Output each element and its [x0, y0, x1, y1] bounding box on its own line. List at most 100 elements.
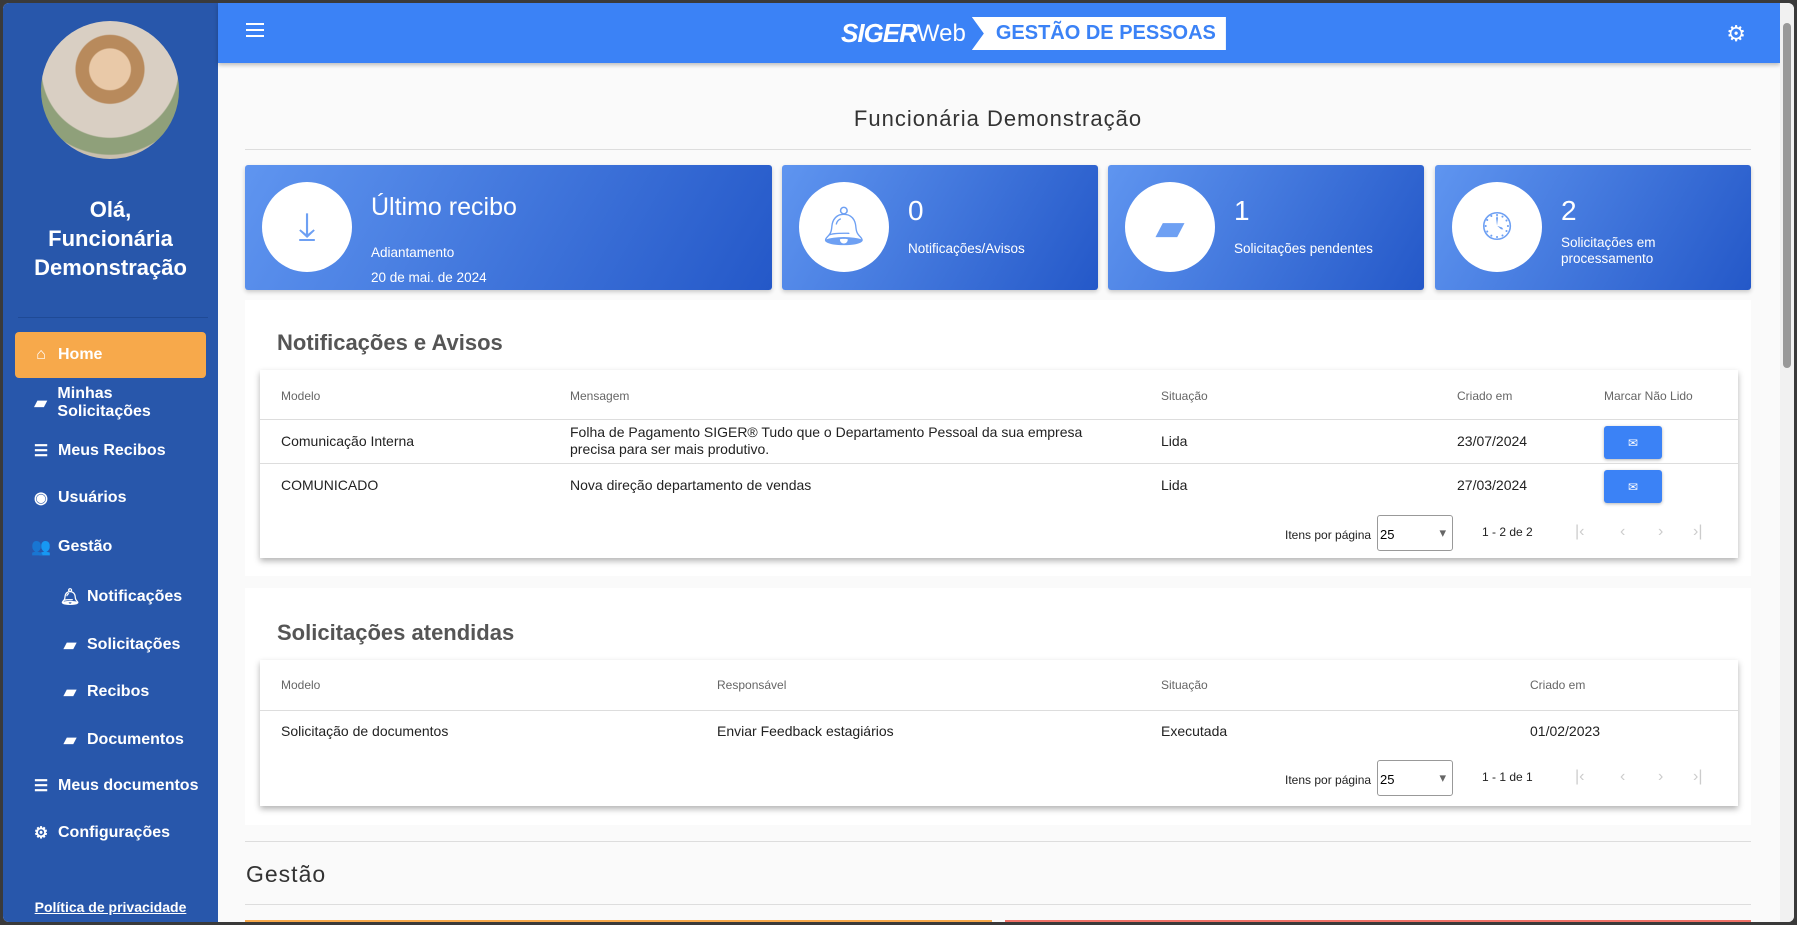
- management-card-red[interactable]: [1005, 920, 1751, 922]
- scrollbar-thumb[interactable]: [1783, 23, 1791, 368]
- card-count: 1: [1234, 195, 1250, 226]
- settings-icon: ⚙: [33, 825, 49, 842]
- management-card-orange[interactable]: [245, 920, 992, 922]
- column-header: Mensagem: [570, 389, 630, 403]
- sidebar-item-label: Home: [58, 346, 103, 363]
- people-icon: 👥: [31, 539, 51, 556]
- card-label: Notificações/Avisos: [908, 241, 1025, 256]
- mark-unread-button[interactable]: ✉: [1604, 470, 1662, 503]
- folder-user-icon: ▰: [63, 732, 77, 749]
- processing-requests-card[interactable]: 🕓︎ 2 Solicitações em processamento: [1435, 165, 1751, 290]
- sidebar-item-recibos[interactable]: ▰ Recibos: [15, 669, 206, 715]
- user-last-name: Demonstração: [34, 255, 187, 280]
- management-section-title: Gestão: [246, 861, 327, 887]
- sidebar-item-solicitacoes[interactable]: ▰ Solicitações: [15, 622, 206, 668]
- sidebar: Olá, Funcionária Demonstração ⌂ Home ▰ Min…: [3, 3, 218, 922]
- logo-web: Web: [916, 19, 966, 47]
- receipt-type: Adiantamento: [371, 245, 455, 260]
- divider: [245, 841, 1751, 842]
- cell-mensagem: Nova direção departamento de vendas: [570, 477, 812, 493]
- cell-responsavel: Enviar Feedback estagiários: [717, 723, 894, 739]
- cell-situacao: Lida: [1161, 477, 1188, 493]
- sidebar-item-notificacoes[interactable]: 🔔︎ Notificações: [15, 574, 206, 620]
- card-count: 0: [908, 195, 924, 226]
- sidebar-item-configuracoes[interactable]: ⚙ Configurações: [15, 810, 206, 856]
- sidebar-item-label: Minhas Solicitações: [57, 385, 151, 420]
- sidebar-item-label: Usuários: [58, 489, 127, 506]
- app-window: Olá, Funcionária Demonstração ⌂ Home ▰ Min…: [3, 3, 1794, 922]
- sidebar-item-gestao[interactable]: 👥 Gestão: [15, 524, 206, 570]
- mark-unread-button[interactable]: ✉: [1604, 426, 1662, 459]
- page-range: 1 - 1 de 1: [1482, 770, 1533, 784]
- sidebar-item-label: Notificações: [87, 588, 183, 605]
- clock-icon: 🕓︎: [1452, 182, 1542, 272]
- sidebar-item-documentos[interactable]: ▰ Documentos: [15, 717, 206, 763]
- page-title: Funcionária Demonstração: [853, 106, 1143, 131]
- cell-criado: 27/03/2024: [1457, 477, 1528, 493]
- sidebar-item-label: Documentos: [87, 731, 184, 748]
- column-header: Modelo: [281, 678, 321, 692]
- mail-icon: ✉: [1627, 435, 1639, 450]
- card-count: 2: [1561, 195, 1577, 226]
- items-per-page-label: Itens por página: [1285, 528, 1372, 542]
- prev-page-icon[interactable]: ‹: [1620, 523, 1625, 541]
- section-title: Solicitações atendidas: [277, 620, 515, 645]
- logo: SIGER Web GESTÃO DE PESSOAS: [841, 17, 1226, 50]
- gear-icon[interactable]: ⚙: [1726, 21, 1746, 47]
- sidebar-item-label: Solicitações: [87, 636, 181, 653]
- bell-icon: 🔔︎: [59, 589, 81, 606]
- next-page-icon[interactable]: ›: [1658, 768, 1663, 786]
- cell-modelo: Solicitação de documentos: [281, 723, 449, 739]
- items-per-page-label: Itens por página: [1285, 773, 1372, 787]
- privacy-policy-link[interactable]: Política de privacidade: [3, 899, 218, 915]
- pending-requests-card[interactable]: ▰ 1 Solicitações pendentes: [1108, 165, 1424, 290]
- row-divider: [260, 710, 1738, 711]
- home-icon: ⌂: [36, 346, 46, 363]
- cell-criado: 23/07/2024: [1457, 433, 1528, 449]
- last-receipt-card[interactable]: ⤓ Último recibo Adiantamento 20 de mai. d…: [245, 165, 772, 290]
- column-header: Responsável: [717, 678, 787, 692]
- last-page-icon[interactable]: ›|: [1693, 768, 1702, 786]
- divider: [245, 904, 1751, 905]
- cell-modelo: COMUNICADO: [281, 477, 379, 493]
- user-first-name: Funcionária: [48, 226, 173, 251]
- column-header: Modelo: [281, 389, 321, 403]
- next-page-icon[interactable]: ›: [1658, 523, 1663, 541]
- card-detail: Adiantamento 20 de mai. de 2024: [371, 240, 671, 290]
- cell-situacao: Executada: [1161, 723, 1228, 739]
- sidebar-item-meus-documentos[interactable]: ☰ Meus documentos: [15, 763, 206, 809]
- cell-criado: 01/02/2023: [1530, 723, 1601, 739]
- items-per-page-select[interactable]: 25: [1377, 515, 1453, 551]
- sidebar-item-meus-recibos[interactable]: ☰ Meus Recibos: [15, 428, 206, 474]
- column-header: Marcar Não Lido: [1604, 389, 1693, 403]
- folder-user-icon: ▰: [34, 395, 47, 412]
- items-per-page-select[interactable]: 25: [1377, 760, 1453, 796]
- first-page-icon[interactable]: |‹: [1575, 523, 1584, 541]
- sidebar-divider: [18, 317, 208, 318]
- card-title: Último recibo: [371, 193, 517, 221]
- cell-situacao: Lida: [1161, 433, 1188, 449]
- column-header: Situação: [1161, 389, 1208, 403]
- scrollbar[interactable]: [1780, 3, 1794, 922]
- sidebar-item-home[interactable]: ⌂ Home: [15, 332, 206, 378]
- last-page-icon[interactable]: ›|: [1693, 523, 1702, 541]
- logo-siger: SIGER: [841, 18, 918, 48]
- first-page-icon[interactable]: |‹: [1575, 768, 1584, 786]
- section-title: Notificações e Avisos: [277, 330, 503, 355]
- folder-user-icon: ▰: [1125, 182, 1215, 272]
- prev-page-icon[interactable]: ‹: [1620, 768, 1625, 786]
- sidebar-item-label: Gestão: [58, 538, 113, 555]
- receipt-icon: ☰: [33, 443, 49, 460]
- download-icon: ⤓: [262, 182, 352, 272]
- notifications-card[interactable]: 🔔︎ 0 Notificações/Avisos: [782, 165, 1098, 290]
- sidebar-item-usuarios[interactable]: ◉ Usuários: [15, 475, 206, 521]
- logo-product: GESTÃO DE PESSOAS: [971, 17, 1226, 50]
- mail-icon: ✉: [1627, 479, 1639, 494]
- row-divider: [260, 463, 1738, 464]
- notifications-panel: Notificações e Avisos Modelo Mensagem Si…: [245, 300, 1751, 576]
- column-header: Criado em: [1530, 678, 1586, 692]
- sidebar-item-minhas-solicitacoes[interactable]: ▰ Minhas Solicitações: [15, 380, 206, 426]
- sidebar-item-label: Meus documentos: [58, 777, 199, 794]
- sidebar-item-label: Configurações: [58, 824, 171, 841]
- menu-icon[interactable]: [246, 23, 264, 37]
